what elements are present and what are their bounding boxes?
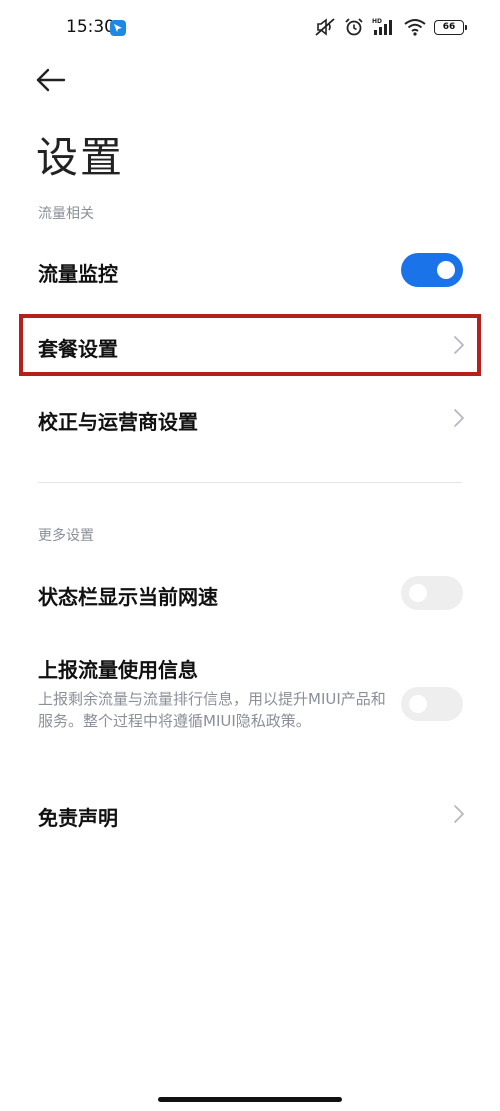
alarm-icon: [345, 18, 363, 36]
plan-settings-highlight: [19, 314, 481, 376]
svg-text:HD: HD: [372, 18, 382, 25]
row-carrier-settings-label[interactable]: 校正与运营商设置: [38, 406, 198, 435]
battery-icon: 66: [434, 19, 467, 35]
row-network-speed-label: 状态栏显示当前网速: [38, 585, 218, 609]
status-icons: HD 66: [314, 16, 467, 38]
chevron-right-icon: [452, 407, 466, 429]
chevron-right-icon: [452, 803, 466, 825]
back-button[interactable]: [34, 66, 68, 94]
hd-signal-icon: HD: [372, 18, 392, 35]
row-traffic-monitor-label: 流量监控: [38, 262, 118, 286]
home-indicator[interactable]: [158, 1097, 342, 1102]
back-arrow-icon: [36, 68, 66, 92]
network-speed-toggle[interactable]: [401, 576, 463, 610]
status-time: 15:30: [66, 17, 115, 37]
traffic-monitor-toggle[interactable]: [401, 253, 463, 287]
section-label-more: 更多设置: [38, 528, 94, 544]
battery-percentage: 66: [442, 21, 456, 32]
row-report-usage-label: 上报流量使用信息: [38, 658, 198, 682]
row-report-usage-description: 上报剩余流量与流量排行信息，用以提升MIUI产品和服务。整个过程中将遵循MIUI…: [38, 690, 386, 730]
section-divider: [38, 482, 462, 483]
section-label-traffic: 流量相关: [38, 206, 94, 222]
report-usage-toggle[interactable]: [401, 687, 463, 721]
row-disclaimer-label[interactable]: 免责声明: [38, 802, 118, 831]
mute-icon: [315, 18, 335, 36]
wifi-icon: [404, 19, 426, 36]
page-title: 设置: [36, 133, 125, 182]
app-notification-icon: [110, 20, 126, 36]
